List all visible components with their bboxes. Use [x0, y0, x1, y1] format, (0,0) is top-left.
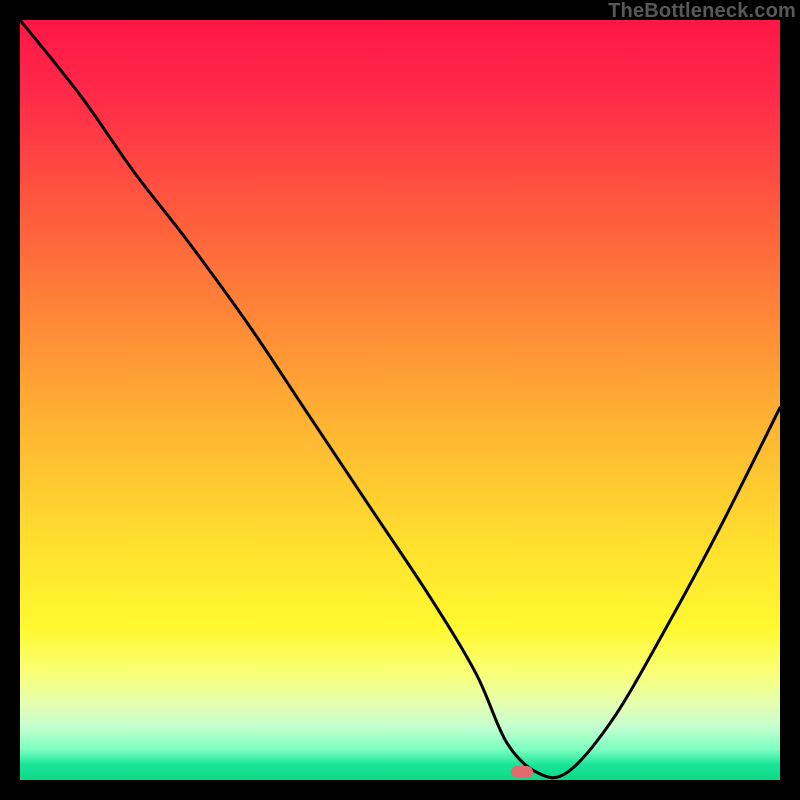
chart-frame [20, 20, 780, 780]
chart-curve [20, 20, 780, 780]
optimal-point-marker [511, 766, 533, 778]
bottleneck-curve-path [20, 20, 780, 778]
chart-plot-area [20, 20, 780, 780]
watermark-text: TheBottleneck.com [608, 0, 796, 23]
